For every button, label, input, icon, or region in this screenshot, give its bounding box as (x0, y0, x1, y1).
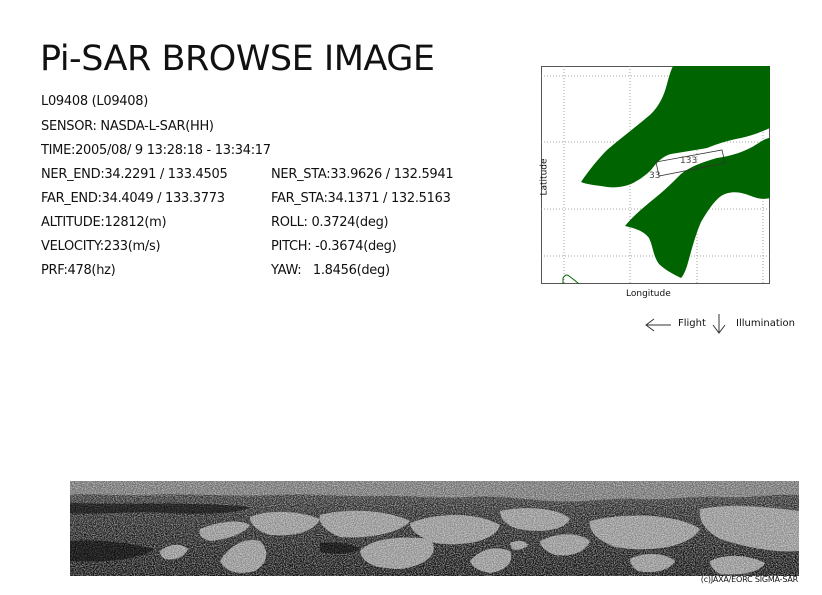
longitude-axis-label: Longitude (626, 289, 671, 299)
location-map: 133 33 (541, 66, 770, 284)
copyright-credit: (c)JAXA/EORC SIGMA-SAR (700, 575, 798, 584)
yaw-info: YAW: 1.8456(deg) (271, 263, 390, 278)
page-title: Pi-SAR BROWSE IMAGE (40, 39, 435, 79)
far-sta-info: FAR_STA:34.1371 / 132.5163 (271, 191, 451, 206)
prf-info: PRF:478(hz) (41, 263, 116, 278)
ner-sta-info: NER_STA:33.9626 / 132.5941 (271, 167, 454, 182)
roll-info: ROLL: 0.3724(deg) (271, 215, 389, 230)
sar-browse-image-svg (70, 481, 799, 576)
altitude-info: ALTITUDE:12812(m) (41, 215, 167, 230)
scene-id: L09408 (L09408) (41, 94, 148, 109)
pitch-info: PITCH: -0.3674(deg) (271, 239, 397, 254)
illumination-label: Illumination (736, 318, 795, 329)
grid-label-33: 33 (649, 171, 660, 181)
sar-browse-image (70, 481, 799, 576)
ner-end-info: NER_END:34.2291 / 133.4505 (41, 167, 228, 182)
grid-label-133: 133 (680, 156, 697, 166)
far-end-info: FAR_END:34.4049 / 133.3773 (41, 191, 225, 206)
sensor-info: SENSOR: NASDA-L-SAR(HH) (41, 119, 214, 134)
arrow-down-icon (712, 314, 726, 334)
latitude-axis-label: Latitude (539, 158, 550, 196)
velocity-info: VELOCITY:233(m/s) (41, 239, 161, 254)
arrow-left-icon (645, 318, 671, 332)
time-info: TIME:2005/08/ 9 13:28:18 - 13:34:17 (41, 143, 271, 158)
location-map-svg: 133 33 (541, 66, 770, 284)
sar-speckle-dark (70, 481, 799, 576)
flight-label: Flight (678, 318, 706, 329)
